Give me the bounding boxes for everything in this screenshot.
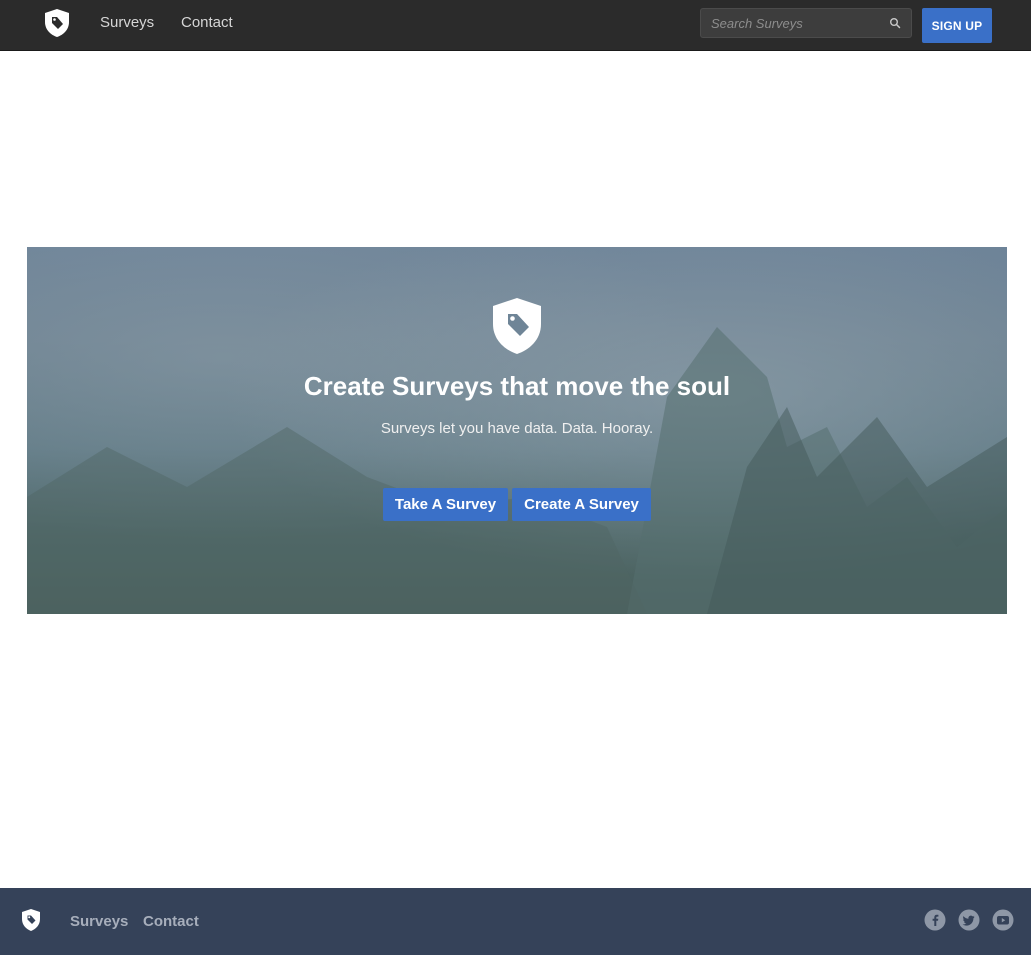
footer-surveys-link[interactable]: Surveys — [70, 913, 128, 930]
create-survey-button[interactable]: Create A Survey — [512, 488, 651, 521]
twitter-icon[interactable] — [958, 909, 980, 931]
search-icon[interactable] — [889, 17, 901, 29]
footer: Surveys Contact — [0, 888, 1031, 955]
facebook-icon[interactable] — [924, 909, 946, 931]
shield-tag-icon[interactable] — [20, 908, 42, 932]
hero-title: Create Surveys that move the soul — [303, 371, 731, 401]
hero-subtitle: Surveys let you have data. Data. Hooray. — [380, 420, 654, 437]
search-input[interactable] — [701, 9, 881, 37]
signup-button[interactable]: SIGN UP — [922, 8, 992, 43]
hero-banner: Create Surveys that move the soul Survey… — [27, 247, 1007, 614]
take-survey-button[interactable]: Take A Survey — [383, 488, 508, 521]
top-navbar: Surveys Contact SIGN UP — [0, 0, 1031, 51]
shield-tag-icon[interactable] — [41, 7, 73, 39]
search-box — [700, 8, 912, 38]
nav-contact-link[interactable]: Contact — [181, 14, 233, 31]
shield-tag-icon — [493, 298, 541, 354]
footer-contact-link[interactable]: Contact — [143, 913, 199, 930]
youtube-icon[interactable] — [992, 909, 1014, 931]
nav-surveys-link[interactable]: Surveys — [100, 14, 154, 31]
